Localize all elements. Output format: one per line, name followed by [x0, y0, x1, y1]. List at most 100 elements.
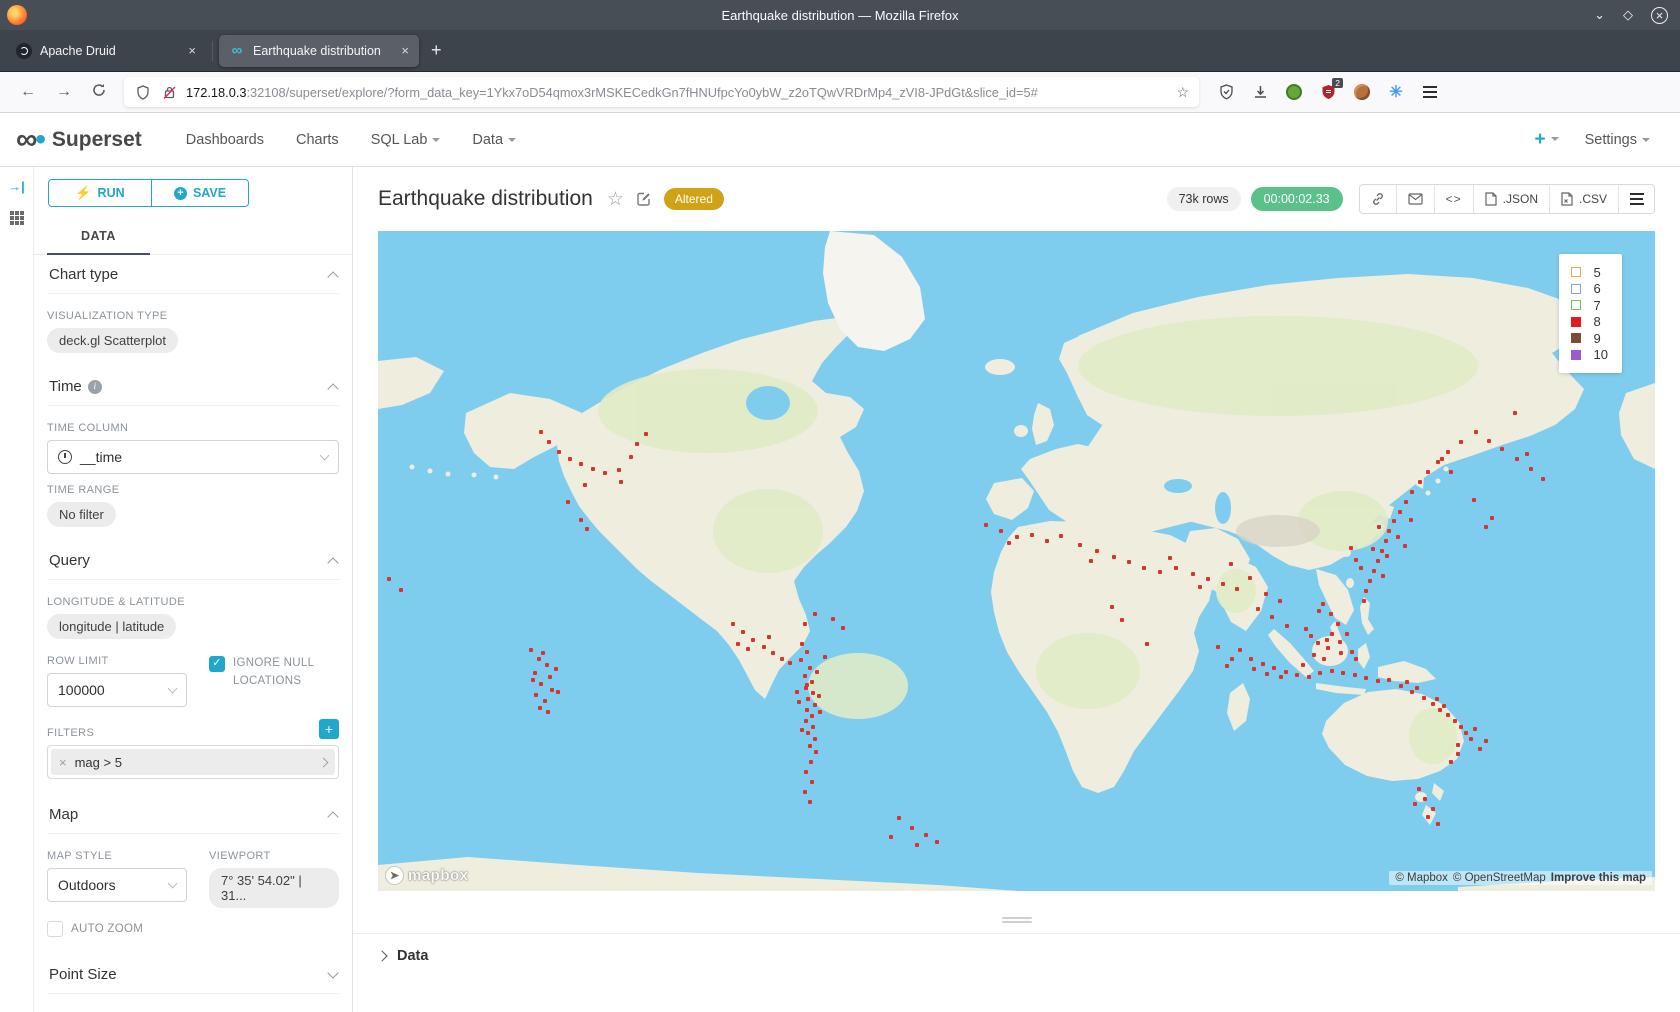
viz-type-label: VISUALIZATION TYPE [47, 310, 339, 322]
menu-hamburger-icon[interactable] [1421, 83, 1439, 101]
insecure-padlock-icon[interactable] [160, 83, 178, 101]
legend-row[interactable]: 8 [1571, 314, 1608, 331]
window-close-button[interactable]: × [1651, 7, 1668, 24]
remove-filter-icon[interactable]: × [59, 755, 67, 770]
superset-logo-icon: ∞• [16, 123, 44, 157]
auto-zoom-checkbox-row[interactable]: AUTO ZOOM [47, 920, 339, 937]
earthquake-point [1339, 651, 1343, 655]
export-csv-button[interactable]: .CSV [1549, 185, 1618, 213]
earthquake-point [1410, 690, 1414, 694]
legend-row[interactable]: 9 [1571, 330, 1608, 347]
datasource-grid-icon[interactable] [9, 210, 25, 226]
earthquake-point [1426, 815, 1430, 819]
clock-icon [58, 450, 72, 464]
cookie-extension-icon[interactable] [1353, 83, 1371, 101]
earthquake-point [629, 455, 633, 459]
row-limit-select[interactable]: 100000 [47, 673, 187, 707]
earthquake-point [583, 483, 587, 487]
viewport-value[interactable]: 7° 35' 54.02" | 31... [209, 868, 339, 908]
data-results-collapse[interactable]: Data [353, 933, 1680, 964]
reload-button[interactable] [82, 83, 116, 102]
tab-earthquake-distribution[interactable]: ∞ Earthquake distribution × [219, 35, 419, 67]
section-time[interactable]: Timei [47, 367, 339, 406]
section-point-size[interactable]: Point Size [47, 955, 339, 994]
legend-row[interactable]: 5 [1571, 264, 1608, 281]
tab-apache-druid[interactable]: Apache Druid × [6, 35, 206, 67]
altered-badge[interactable]: Altered [664, 188, 724, 210]
time-column-select[interactable]: __time [47, 440, 339, 474]
pocket-shield-icon[interactable] [1217, 83, 1235, 101]
earthquake-point [1387, 529, 1391, 533]
section-map[interactable]: Map [47, 795, 339, 834]
earthquake-point [1353, 673, 1357, 677]
snowflake-extension-icon[interactable]: ✳ [1387, 83, 1405, 101]
chart-actions-group: <> .JSON .CSV [1359, 184, 1655, 214]
ignore-null-checkbox-row[interactable]: ✓ IGNORE NULL LOCATIONS [209, 655, 339, 707]
superset-logo[interactable]: ∞• Superset [16, 123, 142, 157]
checkbox-empty-icon[interactable] [47, 921, 63, 937]
legend-row[interactable]: 7 [1571, 297, 1608, 314]
new-tab-button[interactable]: + [431, 40, 442, 61]
deckgl-scatterplot-map[interactable]: 5678910 ➤ mapbox © Mapbox © OpenStreetMa… [378, 231, 1655, 891]
add-new-button[interactable]: + [1534, 129, 1558, 151]
legend-row[interactable]: 10 [1571, 347, 1608, 364]
bookmark-star-icon[interactable]: ☆ [1176, 84, 1189, 101]
earthquake-point [1174, 566, 1178, 570]
viz-type-value[interactable]: deck.gl Scatterplot [47, 328, 178, 353]
nav-charts[interactable]: Charts [280, 132, 355, 148]
checkbox-checked-icon[interactable]: ✓ [209, 656, 225, 672]
window-restore-button[interactable]: ◇ [1623, 7, 1633, 23]
earthquake-point [1230, 657, 1234, 661]
filter-chip[interactable]: × mag > 5 [51, 749, 335, 775]
chart-menu-button[interactable] [1618, 185, 1654, 213]
tab-close-icon[interactable]: × [401, 43, 409, 58]
earthquake-point [806, 697, 810, 701]
mapbox-logo[interactable]: ➤ mapbox [385, 866, 469, 885]
embed-code-button[interactable]: <> [1434, 185, 1473, 213]
earthquake-point [1399, 684, 1403, 688]
attribution-osm[interactable]: © OpenStreetMap [1453, 872, 1546, 884]
time-range-value[interactable]: No filter [47, 502, 116, 527]
legend-swatch [1571, 284, 1581, 294]
copy-link-button[interactable] [1360, 185, 1396, 213]
section-query[interactable]: Query [47, 541, 339, 580]
earthquake-point [539, 682, 543, 686]
earthquake-point [1120, 618, 1124, 622]
collapse-panel-icon[interactable]: →| [8, 179, 25, 194]
map-style-select[interactable]: Outdoors [47, 868, 187, 902]
downloads-icon[interactable] [1251, 83, 1269, 101]
earthquake-point [554, 667, 558, 671]
earthquake-point [808, 800, 812, 804]
extension-monkey-icon[interactable] [1285, 83, 1303, 101]
settings-menu[interactable]: Settings [1585, 132, 1650, 148]
window-minimize-button[interactable]: ⌄ [1594, 7, 1605, 23]
section-chart-type[interactable]: Chart type [47, 255, 339, 294]
tab-data[interactable]: DATA [47, 221, 150, 255]
nav-dashboards[interactable]: Dashboards [170, 132, 280, 148]
attribution-mapbox[interactable]: © Mapbox [1395, 872, 1448, 884]
save-button[interactable]: +SAVE [152, 179, 249, 207]
lonlat-value[interactable]: longitude | latitude [47, 614, 176, 639]
tracking-shield-icon[interactable] [134, 83, 152, 101]
favorite-star-icon[interactable]: ☆ [607, 188, 624, 211]
edit-properties-icon[interactable] [636, 191, 652, 207]
legend-label: 8 [1594, 314, 1601, 329]
resize-drag-handle[interactable] [1002, 917, 1032, 923]
chevron-up-icon [327, 811, 338, 822]
forward-button[interactable]: → [46, 83, 82, 101]
run-button[interactable]: ⚡RUN [48, 179, 152, 207]
legend-row[interactable]: 6 [1571, 281, 1608, 298]
url-bar[interactable]: 172.18.0.3:32108/superset/explore/?form_… [124, 77, 1199, 107]
chevron-down-icon [327, 967, 338, 978]
nav-sql-lab[interactable]: SQL Lab [355, 132, 457, 148]
tab-close-icon[interactable]: × [188, 43, 196, 58]
nav-data[interactable]: Data [456, 132, 532, 148]
add-filter-button[interactable]: + [319, 719, 339, 739]
export-json-button[interactable]: .JSON [1473, 185, 1549, 213]
ublock-shield-icon[interactable]: 2 [1319, 83, 1337, 101]
attribution-improve-link[interactable]: Improve this map [1551, 872, 1646, 884]
back-button[interactable]: ← [10, 83, 46, 101]
earthquake-point [1110, 605, 1114, 609]
email-button[interactable] [1396, 185, 1434, 213]
chevron-down-icon [1551, 137, 1559, 141]
